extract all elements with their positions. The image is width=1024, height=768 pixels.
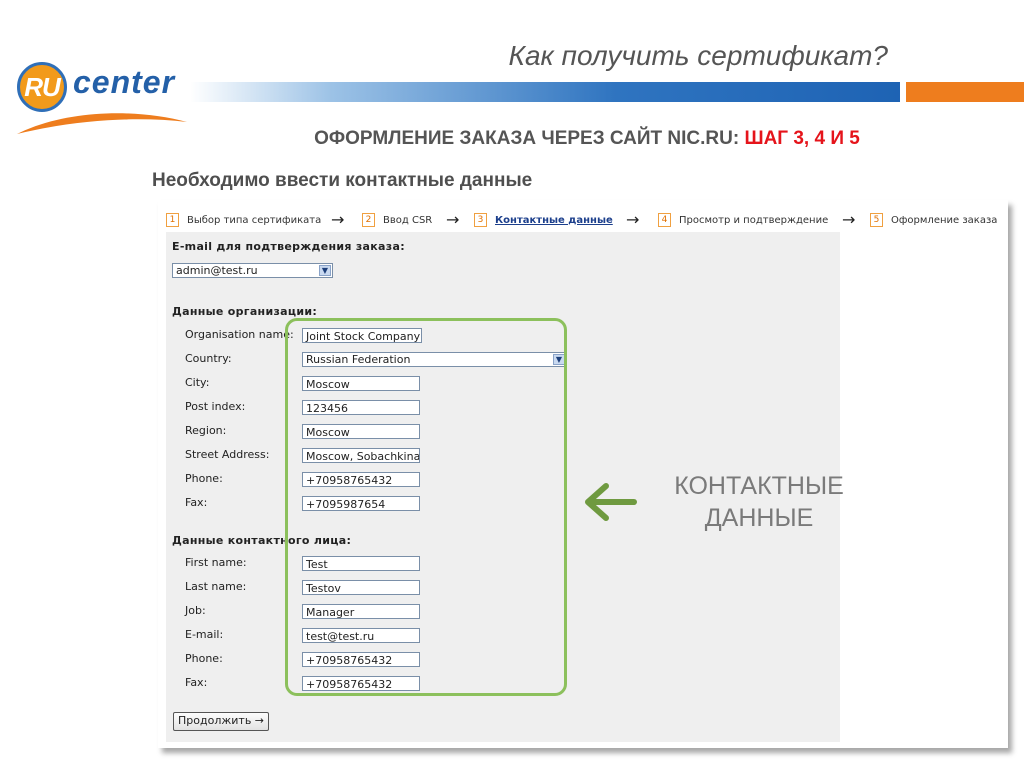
order-steps: 1 Выбор типа сертификата → 2 Ввод CSR → 3К… <box>166 210 1006 230</box>
callout-line2: ДАННЫЕ <box>704 504 814 532</box>
last-name-label: Last name: <box>185 580 247 593</box>
org-fax-label: Fax: <box>185 496 208 509</box>
slide-subtitle: ОФОРМЛЕНИЕ ЗАКАЗА ЧЕРЕЗ САЙТ NIC.RU: ШАГ… <box>0 128 1024 150</box>
country-label: Country: <box>185 352 232 365</box>
first-name-label: First name: <box>185 556 247 569</box>
instruction-text: Необходимо ввести контактные данные <box>152 170 533 191</box>
step-2[interactable]: 2 Ввод CSR <box>362 213 432 227</box>
subtitle-main: ОФОРМЛЕНИЕ ЗАКАЗА ЧЕРЕЗ САЙТ NIC.RU: <box>314 128 740 149</box>
continue-button[interactable]: Продолжить → <box>173 712 270 731</box>
step-1[interactable]: 1 Выбор типа сертификата <box>166 213 321 227</box>
email-section-title: E-mail для подтверждения заказа: <box>172 240 405 253</box>
step-arrow-icon: → <box>626 210 640 229</box>
step-arrow-icon: → <box>446 210 460 229</box>
org-section-title: Данные организации: <box>172 305 318 318</box>
org-name-label: Organisation name: <box>185 328 294 341</box>
chevron-down-icon: ▼ <box>319 265 331 276</box>
org-phone-label: Phone: <box>185 472 223 485</box>
region-label: Region: <box>185 424 227 437</box>
logo-wordmark: center <box>73 64 176 100</box>
job-label: Job: <box>185 604 206 617</box>
contact-data-callout: КОНТАКТНЫЕ ДАННЫЕ <box>650 470 868 534</box>
step-3[interactable]: 3 Контактные данные <box>474 213 613 227</box>
post-index-label: Post index: <box>185 400 246 413</box>
street-label: Street Address: <box>185 448 270 461</box>
confirm-email-select[interactable]: admin@test.ru ▼ <box>172 263 333 278</box>
header-orange-bar <box>906 82 1024 102</box>
contact-phone-label: Phone: <box>185 652 223 665</box>
step-arrow-icon: → <box>331 210 345 229</box>
city-label: City: <box>185 376 210 389</box>
slide-title: Как получить сертификат? <box>508 40 888 71</box>
step-5[interactable]: 5 Оформление заказа <box>870 213 997 227</box>
contact-fax-label: Fax: <box>185 676 208 689</box>
header-blue-bar <box>190 82 900 102</box>
callout-line1: КОНТАКТНЫЕ <box>674 472 844 500</box>
step-arrow-icon: → <box>842 210 856 229</box>
arrow-left-icon <box>585 483 637 521</box>
subtitle-highlight: ШАГ 3, 4 И 5 <box>744 128 860 149</box>
contact-data-highlight-frame <box>285 318 567 696</box>
contact-email-label: E-mail: <box>185 628 224 641</box>
step-4[interactable]: 4 Просмотр и подтверждение <box>658 213 828 227</box>
